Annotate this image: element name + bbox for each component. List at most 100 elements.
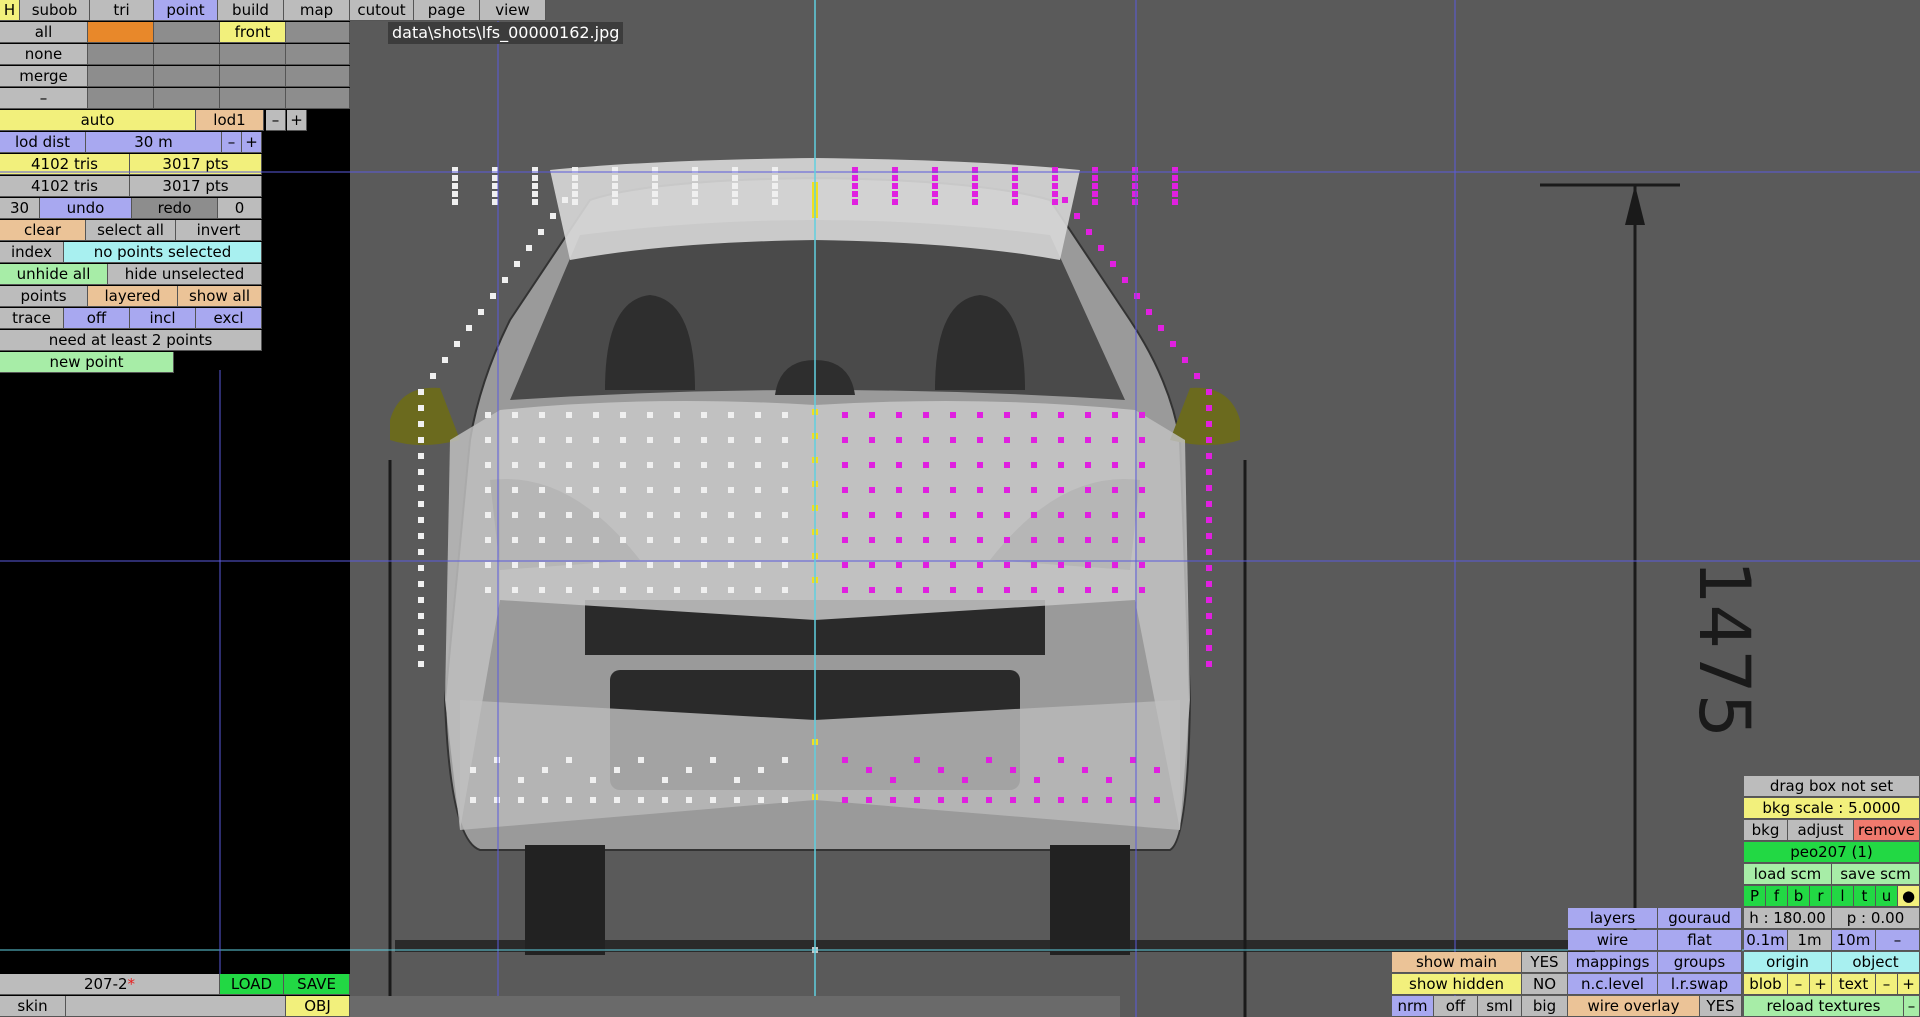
- lod-minus-button[interactable]: –: [266, 110, 286, 131]
- view-l-button[interactable]: l: [1832, 886, 1854, 907]
- view-dot-button[interactable]: ●: [1898, 886, 1920, 907]
- new-point-button[interactable]: new point: [0, 352, 174, 373]
- big-button[interactable]: big: [1522, 996, 1568, 1017]
- menu-cutout[interactable]: cutout: [350, 0, 414, 21]
- lrswap-button[interactable]: l.r.swap: [1658, 974, 1742, 995]
- empty-slot[interactable]: [220, 66, 286, 87]
- model-name[interactable]: 207-2*: [0, 974, 220, 995]
- layers-button[interactable]: layers: [1568, 908, 1658, 929]
- obj-button[interactable]: OBJ: [286, 996, 350, 1017]
- menu-h[interactable]: H: [0, 0, 20, 21]
- menu-tri[interactable]: tri: [90, 0, 154, 21]
- redo-button[interactable]: redo: [132, 198, 218, 219]
- nclevel-button[interactable]: n.c.level: [1568, 974, 1658, 995]
- empty-slot[interactable]: [154, 88, 220, 109]
- show-hidden-value[interactable]: NO: [1522, 974, 1568, 995]
- empty-slot[interactable]: [286, 44, 350, 65]
- grid-minus-button[interactable]: –: [1876, 930, 1920, 951]
- merge-row[interactable]: merge: [0, 66, 88, 87]
- clear-button[interactable]: clear: [0, 220, 86, 241]
- wire-overlay-value[interactable]: YES: [1700, 996, 1742, 1017]
- points-button[interactable]: points: [0, 286, 88, 307]
- color-swatch-orange[interactable]: [88, 22, 154, 43]
- reload-dash-button[interactable]: –: [1904, 996, 1920, 1017]
- heading-value[interactable]: h : 180.00: [1744, 908, 1832, 929]
- load-button[interactable]: LOAD: [220, 974, 284, 995]
- view-t-button[interactable]: t: [1854, 886, 1876, 907]
- 3d-viewport[interactable]: 1475: [350, 0, 1920, 1017]
- text-minus-button[interactable]: –: [1876, 974, 1898, 995]
- pitch-value[interactable]: p : 0.00: [1832, 908, 1920, 929]
- flat-button[interactable]: flat: [1658, 930, 1742, 951]
- front-button[interactable]: front: [220, 22, 286, 43]
- lod-dist-minus[interactable]: –: [222, 132, 242, 153]
- hide-unselected-button[interactable]: hide unselected: [108, 264, 262, 285]
- load-scm-button[interactable]: load scm: [1744, 864, 1832, 885]
- gouraud-button[interactable]: gouraud: [1658, 908, 1742, 929]
- menu-page[interactable]: page: [414, 0, 480, 21]
- remove-button[interactable]: remove: [1854, 820, 1920, 841]
- show-hidden-button[interactable]: show hidden: [1392, 974, 1522, 995]
- text-button[interactable]: text: [1832, 974, 1876, 995]
- blob-button[interactable]: blob: [1744, 974, 1788, 995]
- dash-row[interactable]: –: [0, 88, 88, 109]
- nrm-button[interactable]: nrm: [1392, 996, 1434, 1017]
- empty-slot[interactable]: [286, 66, 350, 87]
- scroll-bar[interactable]: [350, 996, 1120, 1017]
- select-all-button[interactable]: select all: [86, 220, 176, 241]
- grid-1m-button[interactable]: 1m: [1788, 930, 1832, 951]
- save-scm-button[interactable]: save scm: [1832, 864, 1920, 885]
- groups-button[interactable]: groups: [1658, 952, 1742, 973]
- trace-off-button[interactable]: off: [64, 308, 130, 329]
- select-all-row[interactable]: all: [0, 22, 88, 43]
- blob-minus-button[interactable]: –: [1788, 974, 1810, 995]
- menu-view[interactable]: view: [480, 0, 546, 21]
- save-button[interactable]: SAVE: [284, 974, 350, 995]
- empty-slot[interactable]: [286, 88, 350, 109]
- lod-dist-plus[interactable]: +: [242, 132, 262, 153]
- empty-slot[interactable]: [220, 44, 286, 65]
- adjust-button[interactable]: adjust: [1788, 820, 1854, 841]
- object-button[interactable]: object: [1832, 952, 1920, 973]
- grid-10m-button[interactable]: 10m: [1832, 930, 1876, 951]
- wire-button[interactable]: wire: [1568, 930, 1658, 951]
- empty-slot[interactable]: [154, 22, 220, 43]
- menu-subob[interactable]: subob: [20, 0, 90, 21]
- trace-incl-button[interactable]: incl: [130, 308, 196, 329]
- origin-button[interactable]: origin: [1744, 952, 1832, 973]
- bkg-button[interactable]: bkg: [1744, 820, 1788, 841]
- view-b-button[interactable]: b: [1788, 886, 1810, 907]
- text-plus-button[interactable]: +: [1898, 974, 1920, 995]
- empty-slot[interactable]: [286, 22, 350, 43]
- lod1-button[interactable]: lod1: [196, 110, 264, 131]
- car-name[interactable]: peo207 (1): [1744, 842, 1920, 863]
- invert-button[interactable]: invert: [176, 220, 262, 241]
- show-main-value[interactable]: YES: [1522, 952, 1568, 973]
- empty-slot[interactable]: [154, 44, 220, 65]
- wire-overlay-button[interactable]: wire overlay: [1568, 996, 1700, 1017]
- unhide-all-button[interactable]: unhide all: [0, 264, 108, 285]
- menu-point[interactable]: point: [154, 0, 218, 21]
- show-main-button[interactable]: show main: [1392, 952, 1522, 973]
- empty-slot[interactable]: [220, 88, 286, 109]
- mappings-button[interactable]: mappings: [1568, 952, 1658, 973]
- sml-button[interactable]: sml: [1478, 996, 1522, 1017]
- view-u-button[interactable]: u: [1876, 886, 1898, 907]
- select-none-row[interactable]: none: [0, 44, 88, 65]
- empty-slot[interactable]: [88, 88, 154, 109]
- reload-textures-button[interactable]: reload textures: [1744, 996, 1904, 1017]
- empty-slot[interactable]: [88, 66, 154, 87]
- trace-excl-button[interactable]: excl: [196, 308, 262, 329]
- skin-field[interactable]: [66, 996, 286, 1017]
- view-f-button[interactable]: f: [1766, 886, 1788, 907]
- blob-plus-button[interactable]: +: [1810, 974, 1832, 995]
- lod-auto-button[interactable]: auto: [0, 110, 196, 131]
- lod-dist-value[interactable]: 30 m: [86, 132, 222, 153]
- lod-plus-button[interactable]: +: [287, 110, 307, 131]
- menu-build[interactable]: build: [218, 0, 284, 21]
- grid-0.1m-button[interactable]: 0.1m: [1744, 930, 1788, 951]
- off-button[interactable]: off: [1434, 996, 1478, 1017]
- layered-button[interactable]: layered: [88, 286, 178, 307]
- view-p-button[interactable]: P: [1744, 886, 1766, 907]
- wireframe-canvas[interactable]: 1475: [350, 0, 1920, 1017]
